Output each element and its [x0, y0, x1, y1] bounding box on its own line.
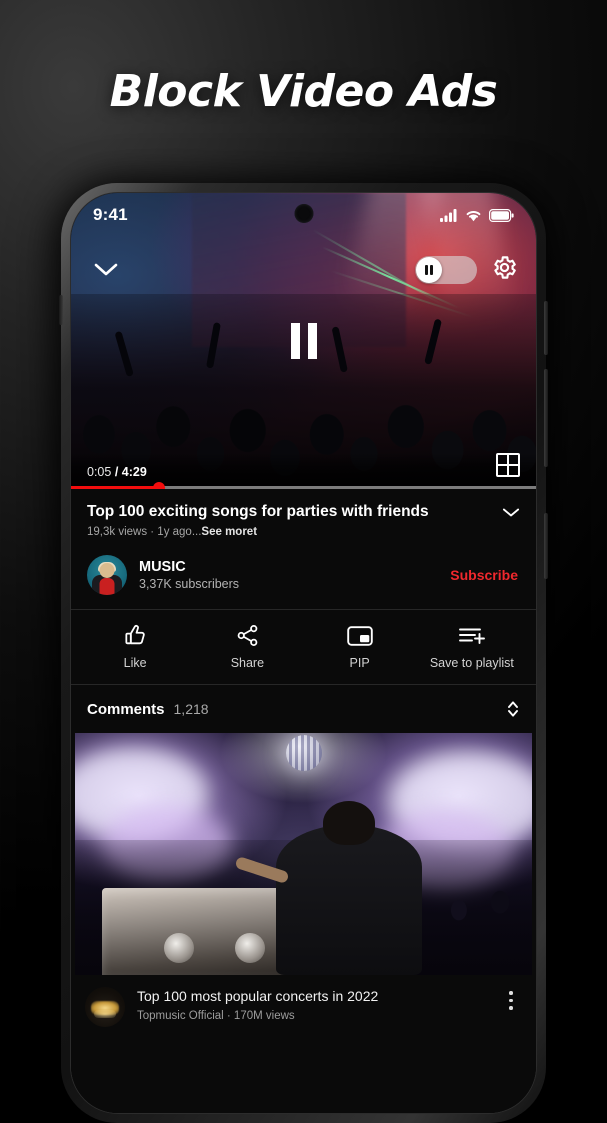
video-title-row: Top 100 exciting songs for parties with … — [87, 502, 520, 521]
avatar[interactable] — [87, 555, 127, 596]
chevron-down-icon — [94, 263, 118, 276]
suggestion-avatar[interactable] — [85, 987, 125, 1028]
kebab-dot — [509, 991, 513, 995]
like-button[interactable]: Like — [79, 623, 191, 670]
volume-up-button[interactable] — [544, 301, 548, 355]
fullscreen-corner — [507, 464, 520, 477]
share-icon — [237, 625, 258, 647]
dj-turntable — [235, 933, 266, 964]
ad-block-toggle[interactable] — [415, 256, 477, 284]
silent-switch[interactable] — [59, 295, 63, 325]
app-screen: 9:41 0:05 / 4:29 Top 100 exciting songs … — [71, 193, 536, 1113]
share-button[interactable]: Share — [191, 623, 303, 670]
pip-button[interactable]: PIP — [304, 623, 416, 670]
channel-name: MUSIC — [139, 559, 186, 576]
pause-icon-bar — [424, 265, 428, 275]
suggested-video-card[interactable]: Top 100 most popular concerts in 2022 To… — [71, 975, 536, 1113]
suggestion-title: Top 100 most popular concerts in 2022 — [137, 988, 379, 1005]
raised-arm — [114, 330, 134, 377]
avatar-glow — [94, 1009, 116, 1018]
comments-count: 1,218 — [173, 700, 209, 717]
gear-icon — [494, 256, 516, 279]
video-stats: 19,3k views · 1y ago...See moret — [87, 526, 520, 538]
progress-fill — [71, 486, 160, 489]
progress-bar[interactable] — [71, 481, 536, 489]
fullscreen-button[interactable] — [496, 453, 520, 477]
raised-arm — [205, 321, 221, 369]
video-title: Top 100 exciting songs for parties with … — [87, 503, 429, 520]
suggestion-subtitle: Topmusic Official · 170M views — [137, 1009, 295, 1022]
featured-thumbnail-wrap — [71, 733, 536, 976]
disco-ball — [285, 735, 322, 772]
status-time: 9:41 — [93, 205, 128, 224]
thumbs-up-icon — [125, 625, 145, 645]
pause-icon-bar — [290, 323, 300, 359]
action-label: Like — [123, 656, 147, 671]
settings-button[interactable] — [491, 254, 518, 286]
comments-left: Comments 1,218 — [87, 701, 209, 718]
avatar-head — [99, 563, 115, 579]
action-icon-wrap — [235, 623, 260, 648]
playlist-add-icon — [458, 628, 485, 644]
suggestion-menu-button[interactable] — [500, 987, 522, 1010]
action-icon-wrap — [346, 623, 373, 648]
kebab-dot — [509, 1006, 513, 1010]
toggle-knob — [416, 257, 442, 283]
expand-description-button[interactable] — [502, 507, 520, 518]
suggestion-text: Top 100 most popular concerts in 2022 To… — [137, 987, 488, 1021]
action-label: Save to playlist — [429, 656, 514, 671]
video-stats-plain: 19,3k views · 1y ago... — [87, 526, 202, 539]
pause-icon-bar — [430, 265, 434, 275]
power-button[interactable] — [544, 513, 548, 579]
action-icon-wrap — [123, 623, 148, 648]
picture-in-picture-icon — [346, 626, 373, 646]
raised-arm — [424, 318, 443, 365]
video-meta: Top 100 exciting songs for parties with … — [71, 489, 536, 547]
pause-icon-bar — [307, 323, 317, 359]
time-separator-and-duration: / 4:29 — [114, 465, 147, 479]
phone-screen-bezel: 9:41 0:05 / 4:29 Top 100 exciting songs … — [70, 192, 537, 1114]
page-title: Block Video Ads — [109, 66, 498, 117]
status-icons — [440, 208, 514, 222]
channel-info: MUSIC 3,37K subscribers — [139, 559, 438, 591]
progress-handle[interactable] — [153, 481, 166, 489]
raised-arm — [331, 326, 348, 373]
chevron-up-down-icon[interactable] — [506, 699, 520, 719]
subscribe-button[interactable]: Subscribe — [450, 567, 520, 583]
volume-down-button[interactable] — [544, 369, 548, 467]
save-to-playlist-button[interactable]: Save to playlist — [416, 623, 528, 670]
current-time: 0:05 — [87, 465, 112, 479]
player-top-right — [415, 254, 518, 286]
featured-thumbnail[interactable] — [75, 733, 532, 976]
battery-icon — [489, 208, 514, 222]
wifi-icon — [466, 210, 481, 221]
video-player[interactable]: 9:41 0:05 / 4:29 — [71, 193, 536, 489]
subscriber-count: 3,37K subscribers — [139, 577, 240, 592]
player-bottom-controls: 0:05 / 4:29 — [71, 453, 536, 489]
collapse-player-button[interactable] — [89, 253, 123, 287]
action-bar: Like Share PIP Save to playlist — [71, 610, 536, 685]
camera-punch-hole — [294, 204, 313, 223]
phone-frame: 9:41 0:05 / 4:29 Top 100 exciting songs … — [59, 183, 548, 1123]
dj-turntable — [164, 933, 195, 964]
action-icon-wrap — [458, 623, 486, 648]
kebab-dot — [509, 998, 513, 1003]
channel-row[interactable]: MUSIC 3,37K subscribers Subscribe — [71, 546, 536, 610]
time-display: 0:05 / 4:29 — [87, 465, 147, 479]
time-row: 0:05 / 4:29 — [71, 453, 536, 486]
action-label: Share — [230, 656, 265, 671]
comments-label: Comments — [87, 700, 165, 718]
avatar-shirt — [99, 578, 115, 596]
dj-hair — [323, 801, 376, 846]
see-more-link[interactable]: See moret — [201, 526, 257, 538]
action-label: PIP — [349, 656, 370, 671]
center-pause-button[interactable] — [290, 323, 317, 359]
comments-header[interactable]: Comments 1,218 — [71, 685, 536, 734]
signal-icon — [440, 208, 457, 222]
dj-figure — [234, 801, 423, 976]
player-top-controls — [71, 247, 536, 293]
